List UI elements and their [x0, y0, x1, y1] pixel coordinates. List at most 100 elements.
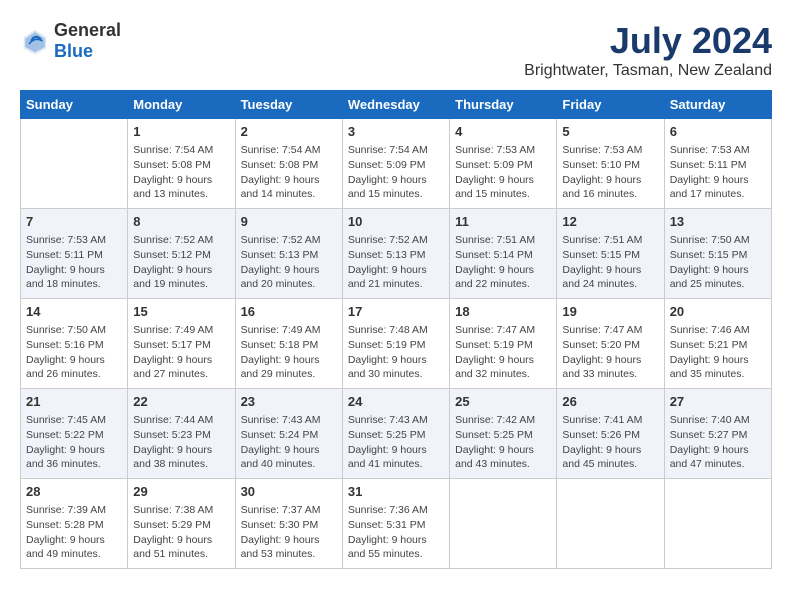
location-title: Brightwater, Tasman, New Zealand: [524, 62, 772, 80]
calendar-cell: 21 Sunrise: 7:45 AM Sunset: 5:22 PM Dayli…: [21, 389, 128, 479]
day-content: Sunrise: 7:42 AM Sunset: 5:25 PM Dayligh…: [455, 413, 551, 472]
week-row-5: 28 Sunrise: 7:39 AM Sunset: 5:28 PM Dayli…: [21, 479, 772, 569]
calendar-cell: [21, 119, 128, 209]
day-number: 3: [348, 123, 444, 141]
calendar-cell: 9Sunrise: 7:52 AM Sunset: 5:13 PM Daylig…: [235, 209, 342, 299]
header-row: SundayMondayTuesdayWednesdayThursdayFrid…: [21, 91, 772, 119]
day-content: Sunrise: 7:54 AM Sunset: 5:08 PM Dayligh…: [241, 143, 337, 202]
day-number: 23: [241, 393, 337, 411]
day-content: Sunrise: 7:40 AM Sunset: 5:27 PM Dayligh…: [670, 413, 766, 472]
day-number: 31: [348, 483, 444, 501]
calendar-cell: 10 Sunrise: 7:52 AM Sunset: 5:13 PM Dayli…: [342, 209, 449, 299]
day-number: 6: [670, 123, 766, 141]
day-number: 1: [133, 123, 229, 141]
header-day-thursday: Thursday: [450, 91, 557, 119]
day-content: Sunrise: 7:50 AM Sunset: 5:16 PM Dayligh…: [26, 323, 122, 382]
day-number: 14: [26, 303, 122, 321]
day-content: Sunrise: 7:53 AM Sunset: 5:11 PM Dayligh…: [26, 233, 122, 292]
day-content: Sunrise: 7:36 AM Sunset: 5:31 PM Dayligh…: [348, 503, 444, 562]
calendar-cell: 14 Sunrise: 7:50 AM Sunset: 5:16 PM Dayli…: [21, 299, 128, 389]
calendar-cell: 6 Sunrise: 7:53 AM Sunset: 5:11 PM Daylig…: [664, 119, 771, 209]
calendar-cell: [450, 479, 557, 569]
day-number: 13: [670, 213, 766, 231]
day-content: Sunrise: 7:43 AM Sunset: 5:24 PM Dayligh…: [241, 413, 337, 472]
day-number: 7: [26, 213, 122, 231]
calendar-cell: 2 Sunrise: 7:54 AM Sunset: 5:08 PM Daylig…: [235, 119, 342, 209]
day-number: 5: [562, 123, 658, 141]
header-day-friday: Friday: [557, 91, 664, 119]
calendar-cell: 13 Sunrise: 7:50 AM Sunset: 5:15 PM Dayli…: [664, 209, 771, 299]
calendar-cell: 29 Sunrise: 7:38 AM Sunset: 5:29 PM Dayli…: [128, 479, 235, 569]
week-row-3: 14 Sunrise: 7:50 AM Sunset: 5:16 PM Dayli…: [21, 299, 772, 389]
calendar-cell: 19 Sunrise: 7:47 AM Sunset: 5:20 PM Dayli…: [557, 299, 664, 389]
day-number: 27: [670, 393, 766, 411]
calendar-cell: [664, 479, 771, 569]
calendar-cell: 7 Sunrise: 7:53 AM Sunset: 5:11 PM Daylig…: [21, 209, 128, 299]
day-number: 16: [241, 303, 337, 321]
day-content: Sunrise: 7:43 AM Sunset: 5:25 PM Dayligh…: [348, 413, 444, 472]
day-number: 28: [26, 483, 122, 501]
day-content: Sunrise: 7:51 AM Sunset: 5:14 PM Dayligh…: [455, 233, 551, 292]
header-day-tuesday: Tuesday: [235, 91, 342, 119]
day-number: 12: [562, 213, 658, 231]
calendar-cell: 11 Sunrise: 7:51 AM Sunset: 5:14 PM Dayli…: [450, 209, 557, 299]
day-content: Sunrise: 7:44 AM Sunset: 5:23 PM Dayligh…: [133, 413, 229, 472]
calendar-cell: 31 Sunrise: 7:36 AM Sunset: 5:31 PM Dayli…: [342, 479, 449, 569]
calendar-cell: 23 Sunrise: 7:43 AM Sunset: 5:24 PM Dayli…: [235, 389, 342, 479]
day-content: Sunrise: 7:52 AM Sunset: 5:13 PM Dayligh…: [348, 233, 444, 292]
day-content: Sunrise: 7:47 AM Sunset: 5:19 PM Dayligh…: [455, 323, 551, 382]
day-number: 18: [455, 303, 551, 321]
day-content: Sunrise: 7:53 AM Sunset: 5:11 PM Dayligh…: [670, 143, 766, 202]
calendar-cell: 24Sunrise: 7:43 AM Sunset: 5:25 PM Dayli…: [342, 389, 449, 479]
calendar-table: SundayMondayTuesdayWednesdayThursdayFrid…: [20, 90, 772, 569]
month-title: July 2024: [524, 20, 772, 62]
day-number: 10: [348, 213, 444, 231]
calendar-cell: 15 Sunrise: 7:49 AM Sunset: 5:17 PM Dayli…: [128, 299, 235, 389]
title-area: July 2024 Brightwater, Tasman, New Zeala…: [524, 20, 772, 80]
day-number: 26: [562, 393, 658, 411]
header-day-sunday: Sunday: [21, 91, 128, 119]
day-content: Sunrise: 7:37 AM Sunset: 5:30 PM Dayligh…: [241, 503, 337, 562]
day-number: 22: [133, 393, 229, 411]
day-content: Sunrise: 7:48 AM Sunset: 5:19 PM Dayligh…: [348, 323, 444, 382]
day-content: Sunrise: 7:51 AM Sunset: 5:15 PM Dayligh…: [562, 233, 658, 292]
day-content: Sunrise: 7:54 AM Sunset: 5:09 PM Dayligh…: [348, 143, 444, 202]
week-row-2: 7 Sunrise: 7:53 AM Sunset: 5:11 PM Daylig…: [21, 209, 772, 299]
day-content: Sunrise: 7:39 AM Sunset: 5:28 PM Dayligh…: [26, 503, 122, 562]
calendar-cell: 18 Sunrise: 7:47 AM Sunset: 5:19 PM Dayli…: [450, 299, 557, 389]
logo: General Blue: [20, 20, 121, 62]
day-number: 25: [455, 393, 551, 411]
calendar-cell: 4Sunrise: 7:53 AM Sunset: 5:09 PM Daylig…: [450, 119, 557, 209]
calendar-cell: 3 Sunrise: 7:54 AM Sunset: 5:09 PM Daylig…: [342, 119, 449, 209]
week-row-1: 1 Sunrise: 7:54 AM Sunset: 5:08 PM Daylig…: [21, 119, 772, 209]
day-number: 15: [133, 303, 229, 321]
day-content: Sunrise: 7:49 AM Sunset: 5:18 PM Dayligh…: [241, 323, 337, 382]
day-number: 21: [26, 393, 122, 411]
day-content: Sunrise: 7:54 AM Sunset: 5:08 PM Dayligh…: [133, 143, 229, 202]
calendar-cell: 25 Sunrise: 7:42 AM Sunset: 5:25 PM Dayli…: [450, 389, 557, 479]
day-content: Sunrise: 7:47 AM Sunset: 5:20 PM Dayligh…: [562, 323, 658, 382]
logo-text: General Blue: [54, 20, 121, 62]
day-number: 30: [241, 483, 337, 501]
calendar-cell: 30 Sunrise: 7:37 AM Sunset: 5:30 PM Dayli…: [235, 479, 342, 569]
day-content: Sunrise: 7:38 AM Sunset: 5:29 PM Dayligh…: [133, 503, 229, 562]
day-number: 19: [562, 303, 658, 321]
calendar-cell: [557, 479, 664, 569]
day-number: 8: [133, 213, 229, 231]
logo-icon: [20, 26, 50, 56]
day-content: Sunrise: 7:45 AM Sunset: 5:22 PM Dayligh…: [26, 413, 122, 472]
day-content: Sunrise: 7:52 AM Sunset: 5:12 PM Dayligh…: [133, 233, 229, 292]
calendar-cell: 1 Sunrise: 7:54 AM Sunset: 5:08 PM Daylig…: [128, 119, 235, 209]
calendar-cell: 20Sunrise: 7:46 AM Sunset: 5:21 PM Dayli…: [664, 299, 771, 389]
day-number: 2: [241, 123, 337, 141]
calendar-cell: 26 Sunrise: 7:41 AM Sunset: 5:26 PM Dayli…: [557, 389, 664, 479]
page-header: General Blue July 2024 Brightwater, Tasm…: [20, 20, 772, 80]
day-number: 9: [241, 213, 337, 231]
day-content: Sunrise: 7:53 AM Sunset: 5:09 PM Dayligh…: [455, 143, 551, 202]
day-content: Sunrise: 7:50 AM Sunset: 5:15 PM Dayligh…: [670, 233, 766, 292]
day-number: 29: [133, 483, 229, 501]
day-content: Sunrise: 7:49 AM Sunset: 5:17 PM Dayligh…: [133, 323, 229, 382]
day-content: Sunrise: 7:41 AM Sunset: 5:26 PM Dayligh…: [562, 413, 658, 472]
day-number: 11: [455, 213, 551, 231]
calendar-cell: 16 Sunrise: 7:49 AM Sunset: 5:18 PM Dayli…: [235, 299, 342, 389]
